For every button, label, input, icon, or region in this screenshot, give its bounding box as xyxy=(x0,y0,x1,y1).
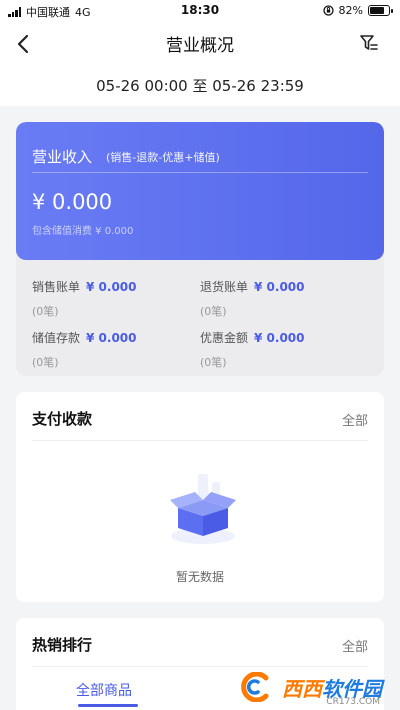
stat-return-bills: 退货账单 ¥ 0.000 (0笔) xyxy=(200,276,370,319)
stat-label: 储值存款 xyxy=(32,331,81,345)
stat-value: ¥ 0.000 xyxy=(254,280,305,294)
stat-stored-deposit: 储值存款 ¥ 0.000 (0笔) xyxy=(32,327,202,370)
battery-icon xyxy=(368,5,393,16)
hot-sales-all-link[interactable]: 全部 xyxy=(342,636,368,655)
battery-level xyxy=(370,7,384,14)
stat-count: (0笔) xyxy=(200,305,227,318)
divider xyxy=(32,440,368,441)
tab-all-goods[interactable]: 全部商品 xyxy=(76,680,132,700)
payment-panel: 支付收款 全部 暂无数据 xyxy=(16,392,384,602)
stat-value: ¥ 0.000 xyxy=(86,331,137,345)
filter-icon[interactable] xyxy=(358,32,380,54)
page-title: 营业概况 xyxy=(166,36,234,56)
revenue-title: 营业收入 xyxy=(32,148,93,166)
stat-value: ¥ 0.000 xyxy=(254,331,305,345)
battery-percent: 82% xyxy=(338,4,363,17)
revenue-formula: (销售-退款-优惠+储值) xyxy=(106,151,220,164)
hot-sales-title: 热销排行 xyxy=(32,636,93,654)
tab-indicator xyxy=(78,704,138,707)
orientation-lock-icon xyxy=(322,5,334,16)
divider xyxy=(32,666,368,667)
revenue-card: 营业收入 (销售-退款-优惠+储值) ¥ 0.000 包含储值消费 ¥ 0.00… xyxy=(16,122,384,260)
payment-panel-title: 支付收款 xyxy=(32,410,93,428)
payment-all-link[interactable]: 全部 xyxy=(342,410,368,429)
watermark-logo-icon xyxy=(241,672,269,702)
stat-count: (0笔) xyxy=(32,305,59,318)
stat-label: 销售账单 xyxy=(32,280,81,294)
nav-bar: 营业概况 xyxy=(0,22,400,66)
stat-discount-amount: 优惠金额 ¥ 0.000 (0笔) xyxy=(200,327,370,370)
revenue-divider xyxy=(32,172,368,173)
watermark: 西西软件园 CR173.COM xyxy=(236,670,382,707)
status-right: 82% xyxy=(322,4,393,17)
stat-sales-bills: 销售账单 ¥ 0.000 (0笔) xyxy=(32,276,202,319)
watermark-url: CR173.COM xyxy=(326,697,380,707)
watermark-text-a: 西西 xyxy=(282,676,322,701)
date-range[interactable]: 05-26 00:00 至 05-26 23:59 xyxy=(0,66,400,106)
status-bar: 中国联通 4G 18:30 82% xyxy=(0,0,400,22)
revenue-amount: ¥ 0.000 xyxy=(32,190,113,214)
revenue-summary-card: 营业收入 (销售-退款-优惠+储值) ¥ 0.000 包含储值消费 ¥ 0.00… xyxy=(16,122,384,376)
empty-state-text: 暂无数据 xyxy=(175,570,224,584)
stat-count: (0笔) xyxy=(200,356,227,369)
stat-count: (0笔) xyxy=(32,356,59,369)
stat-value: ¥ 0.000 xyxy=(86,280,137,294)
empty-box-icon xyxy=(170,474,236,544)
stat-label: 优惠金额 xyxy=(200,331,249,345)
stored-consumption: 包含储值消费 ¥ 0.000 xyxy=(32,226,134,237)
stat-label: 退货账单 xyxy=(200,280,249,294)
